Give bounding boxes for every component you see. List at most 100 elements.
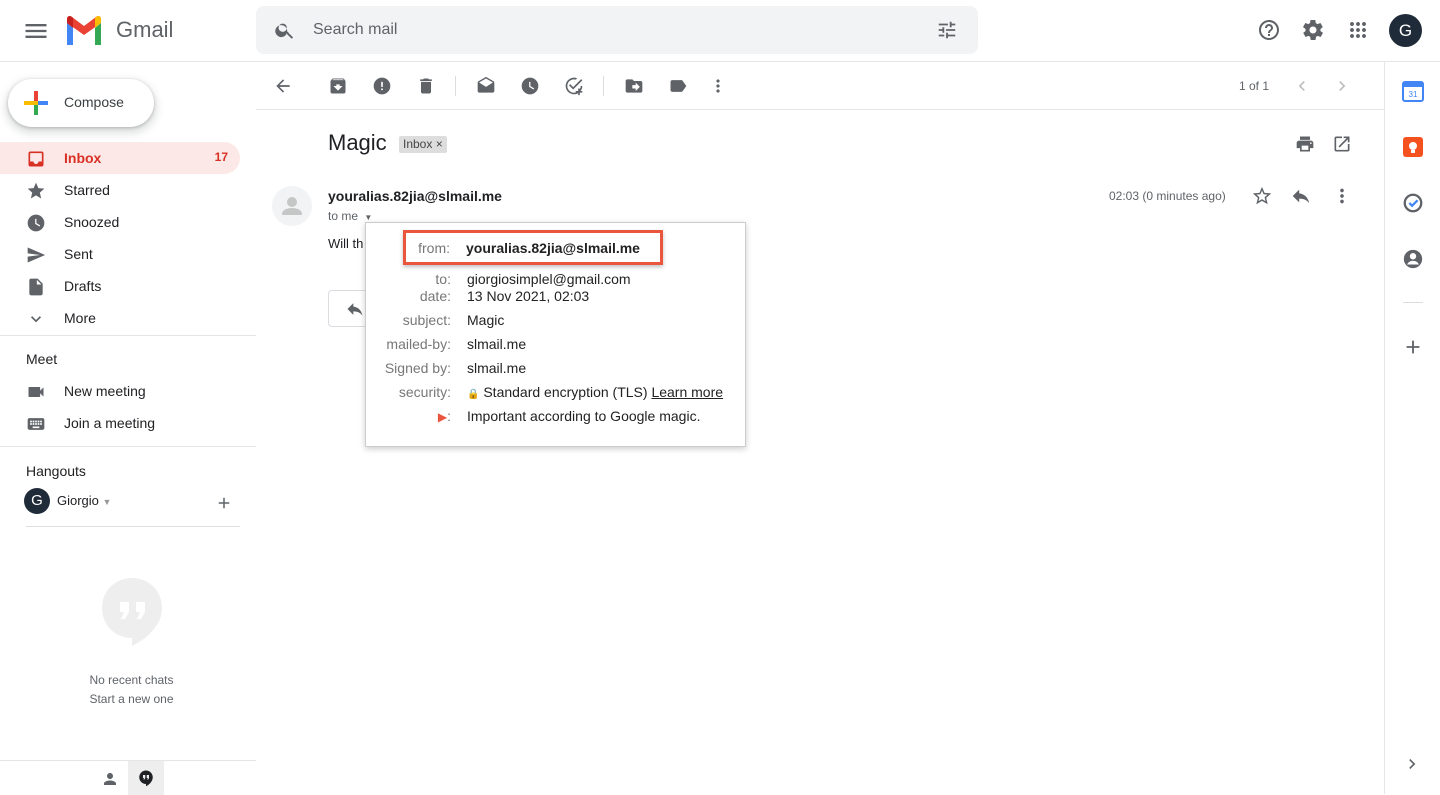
older-button[interactable]	[1292, 76, 1312, 96]
sidebar-item-drafts[interactable]: Drafts	[0, 270, 240, 302]
start-new-chat-link[interactable]: Start a new one	[60, 692, 203, 706]
gear-icon	[1303, 20, 1323, 40]
side-panel-rail: 31	[1384, 62, 1440, 794]
sidebar-item-starred[interactable]: Starred	[0, 174, 240, 206]
get-addons-button[interactable]	[1402, 336, 1424, 358]
search-bar[interactable]: Search mail	[256, 6, 978, 54]
no-recent-chats-text: No recent chats	[89, 673, 174, 687]
divider	[1403, 302, 1423, 303]
person-icon[interactable]	[101, 770, 119, 788]
details-value: 13 Nov 2021, 02:03	[467, 288, 590, 304]
divider	[455, 76, 456, 96]
plus-icon	[218, 497, 230, 509]
message-timestamp: 02:03 (0 minutes ago)	[1109, 189, 1226, 203]
open-new-window-button[interactable]	[1332, 134, 1352, 154]
sender-address[interactable]: youralias.82jia@slmail.me	[328, 188, 502, 204]
plus-icon	[1406, 340, 1420, 354]
hamburger-icon	[25, 24, 47, 38]
app-header: Gmail Search mail G	[0, 0, 1440, 62]
labels-button[interactable]	[668, 76, 688, 96]
message-toolbar: 1 of 1	[256, 62, 1384, 110]
hangouts-tab-button[interactable]	[128, 761, 164, 795]
hangouts-user-avatar[interactable]: G	[24, 488, 50, 514]
back-button[interactable]	[273, 76, 293, 96]
message-body: Will th	[328, 236, 364, 251]
star-outline-icon	[1252, 186, 1272, 205]
sidebar-item-snoozed[interactable]: Snoozed	[0, 206, 240, 238]
draft-icon	[26, 277, 46, 297]
sidebar-item-label: Inbox	[64, 150, 102, 166]
sidebar-item-inbox[interactable]: Inbox 17	[0, 142, 240, 174]
sidebar-item-label: Snoozed	[64, 214, 120, 230]
report-spam-button[interactable]	[372, 76, 392, 96]
chevron-down-icon	[26, 309, 46, 329]
sidebar-item-label: Sent	[64, 246, 93, 262]
details-key: security:	[398, 384, 451, 400]
sidebar-item-sent[interactable]: Sent	[0, 238, 240, 270]
search-input[interactable]: Search mail	[313, 21, 397, 39]
plus-icon	[22, 91, 50, 115]
keep-button[interactable]	[1402, 136, 1424, 158]
inbox-label-chip[interactable]: Inbox ×	[399, 136, 447, 153]
main-menu-button[interactable]	[22, 17, 50, 45]
calendar-icon: 31	[1402, 81, 1424, 102]
star-button[interactable]	[1251, 185, 1273, 207]
compose-button[interactable]: Compose	[8, 79, 154, 127]
delete-button[interactable]	[416, 76, 436, 96]
hangouts-icon	[139, 770, 153, 787]
mark-unread-button[interactable]	[476, 76, 496, 96]
tasks-button[interactable]	[1402, 192, 1424, 214]
divider	[603, 76, 604, 96]
archive-button[interactable]	[328, 76, 348, 96]
gmail-m-icon	[67, 15, 101, 45]
details-row-security: security: 🔒 Standard encryption (TLS) Le…	[366, 384, 747, 404]
new-meeting-item[interactable]: New meeting	[0, 375, 240, 407]
apps-button[interactable]	[1346, 18, 1370, 42]
sidebar-item-label: Drafts	[64, 278, 102, 294]
settings-button[interactable]	[1301, 18, 1325, 42]
sender-avatar[interactable]	[272, 186, 312, 226]
join-meeting-item[interactable]: Join a meeting	[0, 407, 240, 439]
details-key: from:	[418, 240, 450, 256]
print-all-button[interactable]	[1295, 134, 1315, 154]
newer-button[interactable]	[1332, 76, 1352, 96]
keyboard-icon	[26, 414, 46, 434]
chevron-left-icon	[1298, 81, 1305, 91]
chevron-right-icon	[1339, 81, 1346, 91]
details-from-value: youralias.82jia@slmail.me	[466, 240, 640, 256]
reply-button[interactable]	[1290, 185, 1312, 207]
help-button[interactable]	[1257, 18, 1281, 42]
more-vert-icon	[716, 79, 720, 93]
search-options-button[interactable]	[936, 19, 958, 41]
details-key: to:	[435, 271, 451, 287]
inbox-icon	[26, 149, 46, 169]
sidebar-item-label: More	[64, 310, 96, 326]
hangouts-user-name-text: Giorgio	[57, 493, 99, 508]
gmail-logo[interactable]	[64, 14, 104, 46]
search-icon[interactable]	[274, 19, 296, 41]
caret-down-icon: ▼	[364, 213, 373, 222]
compose-label: Compose	[64, 94, 124, 110]
hangouts-user-name[interactable]: Giorgio ▼	[57, 493, 111, 508]
add-to-tasks-button[interactable]	[564, 76, 584, 96]
more-actions-button[interactable]	[708, 76, 728, 96]
details-key: Signed by:	[384, 360, 451, 376]
learn-more-link[interactable]: Learn more	[651, 384, 723, 400]
snooze-button[interactable]	[520, 76, 540, 96]
email-subject: Magic	[328, 130, 387, 155]
trash-icon	[420, 78, 432, 94]
sidebar-item-label: Starred	[64, 182, 110, 198]
add-chat-button[interactable]	[215, 494, 233, 512]
recipient-details-toggle[interactable]: to me ▼	[328, 209, 372, 223]
sidebar-item-more[interactable]: More	[0, 302, 240, 334]
sidebar-bottom-bar	[0, 760, 256, 795]
calendar-button[interactable]: 31	[1402, 80, 1424, 102]
new-meeting-label: New meeting	[64, 383, 146, 399]
account-avatar[interactable]: G	[1389, 14, 1422, 47]
message-more-button[interactable]	[1331, 185, 1353, 207]
archive-icon	[330, 78, 346, 94]
contacts-button[interactable]	[1402, 248, 1424, 270]
move-to-button[interactable]	[624, 76, 644, 96]
pager-count: 1 of 1	[1239, 79, 1270, 93]
hide-side-panel-button[interactable]	[1402, 754, 1422, 774]
